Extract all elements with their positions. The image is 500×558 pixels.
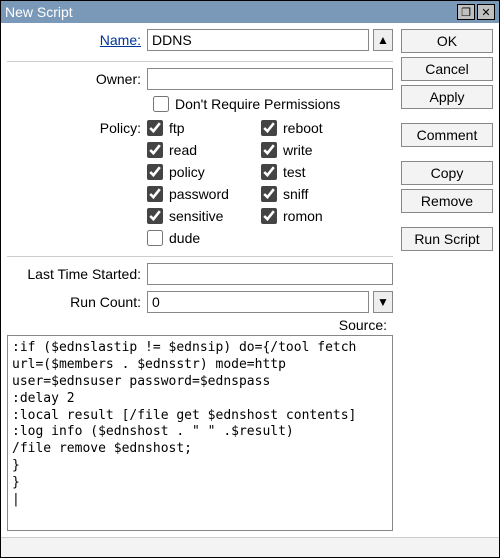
main-column: Name: ▲ Owner: Don't Require Permissions…: [7, 29, 393, 531]
comment-button[interactable]: Comment: [401, 123, 493, 147]
dont-require-row: Don't Require Permissions: [153, 96, 393, 112]
last-time-label: Last Time Started:: [7, 266, 147, 282]
dont-require-label: Don't Require Permissions: [175, 96, 340, 112]
policy-block: Policy: ftp reboot read write policy test pass…: [7, 120, 393, 246]
owner-input[interactable]: [147, 68, 393, 90]
policy-write-checkbox[interactable]: [261, 142, 277, 158]
policy-policy-checkbox[interactable]: [147, 164, 163, 180]
policy-sensitive-label: sensitive: [169, 208, 223, 224]
run-count-input: [147, 291, 369, 313]
policy-sensitive[interactable]: sensitive: [147, 208, 257, 224]
copy-button[interactable]: Copy: [401, 161, 493, 185]
source-textarea[interactable]: [7, 335, 393, 531]
policy-dude-label: dude: [169, 230, 200, 246]
divider: [7, 61, 393, 62]
remove-button[interactable]: Remove: [401, 189, 493, 213]
name-label: Name:: [7, 32, 147, 48]
last-time-input: [147, 263, 393, 285]
policy-read[interactable]: read: [147, 142, 257, 158]
policy-test[interactable]: test: [261, 164, 371, 180]
policy-sniff-label: sniff: [283, 186, 308, 202]
window-frame: New Script ❐ ✕ Name: ▲ Owner: Don't Requ…: [0, 0, 500, 558]
close-icon[interactable]: ✕: [477, 4, 495, 20]
policy-dude[interactable]: dude: [147, 230, 257, 246]
policy-ftp-label: ftp: [169, 120, 185, 136]
policy-write[interactable]: write: [261, 142, 371, 158]
policy-label: Policy:: [7, 120, 147, 246]
scroll-down-button[interactable]: ▼: [373, 291, 393, 313]
policy-grid: ftp reboot read write policy test password snif…: [147, 120, 393, 246]
policy-sniff-checkbox[interactable]: [261, 186, 277, 202]
name-input[interactable]: [147, 29, 369, 51]
titlebar: New Script ❐ ✕: [1, 1, 499, 23]
arrow-down-icon: ▼: [377, 295, 389, 309]
dont-require-checkbox[interactable]: [153, 96, 169, 112]
run-count-label: Run Count:: [7, 294, 147, 310]
window-body: Name: ▲ Owner: Don't Require Permissions…: [1, 23, 499, 537]
policy-read-label: read: [169, 142, 197, 158]
divider-2: [7, 256, 393, 257]
policy-reboot[interactable]: reboot: [261, 120, 371, 136]
policy-ftp[interactable]: ftp: [147, 120, 257, 136]
policy-dude-checkbox[interactable]: [147, 230, 163, 246]
owner-label: Owner:: [7, 71, 147, 87]
policy-sensitive-checkbox[interactable]: [147, 208, 163, 224]
policy-test-label: test: [283, 164, 306, 180]
policy-password-checkbox[interactable]: [147, 186, 163, 202]
policy-write-label: write: [283, 142, 313, 158]
restore-icon[interactable]: ❐: [457, 4, 475, 20]
run-script-button[interactable]: Run Script: [401, 227, 493, 251]
policy-policy[interactable]: policy: [147, 164, 257, 180]
source-label: Source:: [7, 315, 393, 335]
policy-password[interactable]: password: [147, 186, 257, 202]
last-time-row: Last Time Started:: [7, 263, 393, 285]
policy-test-checkbox[interactable]: [261, 164, 277, 180]
side-column: OK Cancel Apply Comment Copy Remove Run …: [401, 29, 493, 531]
policy-reboot-checkbox[interactable]: [261, 120, 277, 136]
cancel-button[interactable]: Cancel: [401, 57, 493, 81]
policy-policy-label: policy: [169, 164, 205, 180]
arrow-up-icon: ▲: [377, 33, 389, 47]
policy-romon-label: romon: [283, 208, 323, 224]
window-title: New Script: [5, 4, 455, 20]
policy-romon-checkbox[interactable]: [261, 208, 277, 224]
policy-read-checkbox[interactable]: [147, 142, 163, 158]
scroll-up-button[interactable]: ▲: [373, 29, 393, 51]
policy-reboot-label: reboot: [283, 120, 323, 136]
policy-sniff[interactable]: sniff: [261, 186, 371, 202]
name-row: Name: ▲: [7, 29, 393, 51]
ok-button[interactable]: OK: [401, 29, 493, 53]
status-bar: [1, 537, 499, 557]
policy-romon[interactable]: romon: [261, 208, 371, 224]
policy-password-label: password: [169, 186, 229, 202]
run-count-row: Run Count: ▼: [7, 291, 393, 313]
apply-button[interactable]: Apply: [401, 85, 493, 109]
policy-ftp-checkbox[interactable]: [147, 120, 163, 136]
owner-row: Owner:: [7, 68, 393, 90]
